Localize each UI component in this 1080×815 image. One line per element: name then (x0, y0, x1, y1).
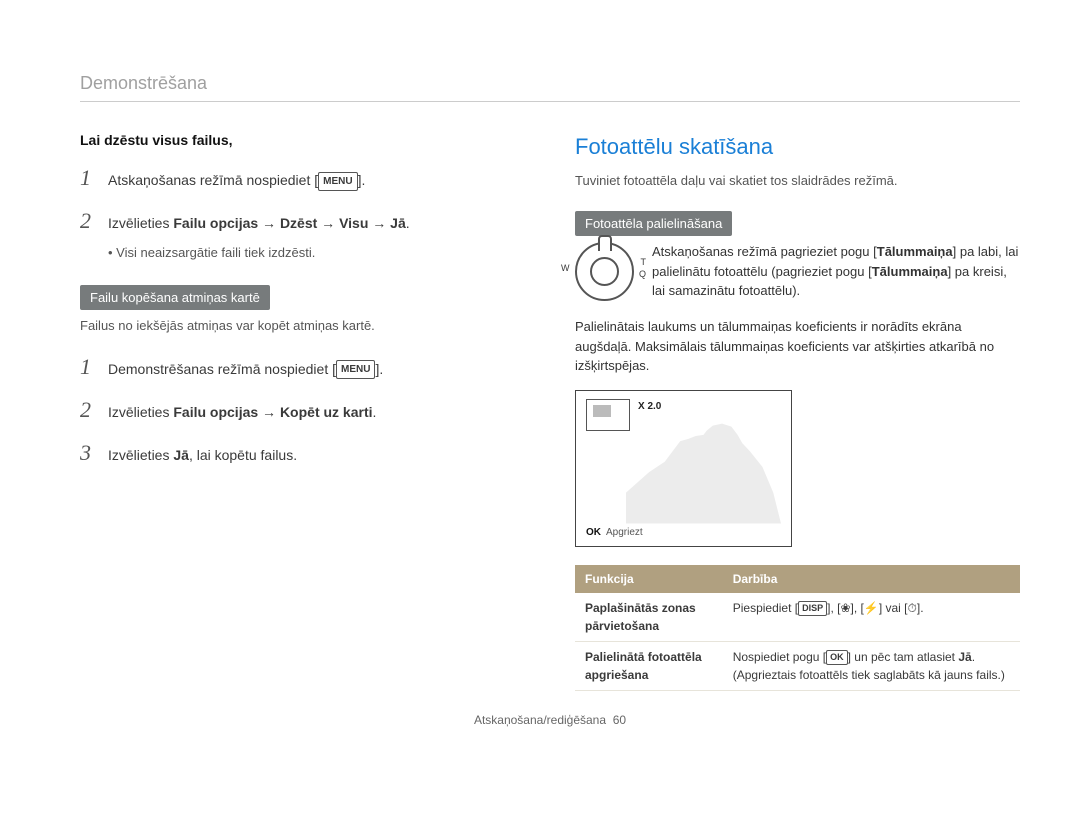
step-number: 1 (80, 350, 98, 383)
flash-icon: ⚡ (864, 601, 879, 615)
pill-zoom-heading: Fotoattēla palielināšana (575, 211, 732, 237)
step1-text-b: ]. (358, 172, 366, 188)
r2-b: ] un pēc tam atlasiet (848, 650, 959, 664)
step2-suffix: . (406, 215, 410, 231)
pill-copy-heading: Failu kopēšana atmiņas kartē (80, 285, 270, 311)
cstep1-text-a: Demonstrēšanas režīmā nospiediet [ (108, 361, 336, 377)
r2-function: Palielinātā fotoattēla apgriešana (575, 641, 723, 690)
delete-step-2-note: Visi neaizsargātie faili tiek izdzēsti. (108, 243, 525, 263)
r1-function: Paplašinātās zonas pārvietošana (575, 593, 723, 642)
r2-action: Nospiediet pogu [OK] un pēc tam atlasiet… (723, 641, 1020, 690)
step-number: 2 (80, 204, 98, 237)
silhouette-icon (626, 421, 781, 524)
step-text: Izvēlieties Jā, lai kopētu failus. (108, 445, 525, 466)
two-column-layout: Lai dzēstu visus failus, 1 Atskaņošanas … (80, 130, 1020, 691)
cstep3-bold: Jā (173, 447, 189, 463)
step-number: 2 (80, 393, 98, 426)
th-function: Funkcija (575, 565, 723, 593)
r2-bold: Jā (958, 650, 971, 664)
zoom-limit-paragraph: Palielinātais laukums un tālummaiņas koe… (575, 317, 1020, 376)
cstep2-suffix: . (373, 404, 377, 420)
cstep3-prefix: Izvēlieties (108, 447, 173, 463)
table-header-row: Funkcija Darbība (575, 565, 1020, 593)
table-row: Paplašinātās zonas pārvietošana Piespied… (575, 593, 1020, 642)
copy-step-2: 2 Izvēlieties Failu opcijas → Kopēt uz k… (80, 393, 525, 426)
footer-text: Atskaņošana/rediģēšana (474, 713, 606, 727)
right-intro: Tuviniet fotoattēla daļu vai skatiet tos… (575, 171, 1020, 191)
page-footer: Atskaņošana/rediģēšana 60 (80, 711, 1020, 729)
page-section-header: Demonstrēšana (80, 70, 1020, 102)
zoom-footer-text: Apgriezt (606, 527, 643, 538)
page-number: 60 (613, 713, 626, 727)
menu-button-icon: MENU (336, 360, 375, 379)
r1-c: ], [ (851, 601, 864, 615)
th-action: Darbība (723, 565, 1020, 593)
step-text: Demonstrēšanas režīmā nospiediet [MENU]. (108, 359, 525, 380)
zoom-bold1: Tālummaiņa (877, 244, 953, 259)
r1-b: ], [ (827, 601, 840, 615)
zoom-footer-hint: OK Apgriezt (586, 525, 643, 540)
step2-path: Failu opcijas → Dzēst → Visu → Jā (173, 215, 405, 231)
zoom-instruction-text: Atskaņošanas režīmā pagrieziet pogu [Tāl… (652, 242, 1020, 301)
step-text: Atskaņošanas režīmā nospiediet [MENU]. (108, 170, 525, 191)
macro-icon: ❀ (840, 601, 850, 615)
zoom-instruction-row: W T Q Atskaņošanas režīmā pagrieziet pog… (575, 242, 1020, 301)
right-section-title: Fotoattēlu skatīšana (575, 130, 1020, 163)
step-number: 1 (80, 161, 98, 194)
function-table: Funkcija Darbība Paplašinātās zonas pārv… (575, 565, 1020, 691)
r1-d: ] vai [ (879, 601, 908, 615)
r1-action: Piespiediet [DISP], [❀], [⚡] vai [⏱]. (723, 593, 1020, 642)
subhead-delete-all: Lai dzēstu visus failus, (80, 130, 525, 151)
step-text: Izvēlieties Failu opcijas → Kopēt uz kar… (108, 402, 525, 423)
cstep2-prefix: Izvēlieties (108, 404, 173, 420)
copy-note: Failus no iekšējās atmiņas var kopēt atm… (80, 316, 525, 336)
delete-step-2: 2 Izvēlieties Failu opcijas → Dzēst → Vi… (80, 204, 525, 237)
ok-button-icon: OK (826, 650, 848, 666)
zoom-dial-icon (575, 242, 634, 301)
zoom-minimap-icon (586, 399, 630, 431)
r1-e: ]. (917, 601, 924, 615)
disp-button-icon: DISP (798, 601, 827, 617)
right-column: Fotoattēlu skatīšana Tuviniet fotoattēla… (575, 130, 1020, 691)
zoom-factor-label: X 2.0 (638, 399, 661, 414)
dial-label-w: W (561, 262, 570, 276)
step1-text-a: Atskaņošanas režīmā nospiediet [ (108, 172, 318, 188)
cstep2-path: Failu opcijas → Kopēt uz karti (173, 404, 372, 420)
cstep1-text-b: ]. (375, 361, 383, 377)
zoom-t1: Atskaņošanas režīmā pagrieziet pogu [ (652, 244, 877, 259)
left-column: Lai dzēstu visus failus, 1 Atskaņošanas … (80, 130, 525, 691)
table-row: Palielinātā fotoattēla apgriešana Nospie… (575, 641, 1020, 690)
copy-step-1: 1 Demonstrēšanas režīmā nospiediet [MENU… (80, 350, 525, 383)
step-number: 3 (80, 436, 98, 469)
timer-icon: ⏱ (908, 601, 917, 615)
zoom-preview-illustration: X 2.0 OK Apgriezt (575, 390, 792, 547)
r2-a: Nospiediet pogu [ (733, 650, 826, 664)
delete-step-1: 1 Atskaņošanas režīmā nospiediet [MENU]. (80, 161, 525, 194)
menu-button-icon: MENU (318, 172, 357, 191)
ok-icon: OK (586, 527, 601, 538)
step2-prefix: Izvēlieties (108, 215, 173, 231)
step-text: Izvēlieties Failu opcijas → Dzēst → Visu… (108, 213, 525, 234)
cstep3-suffix: , lai kopētu failus. (189, 447, 297, 463)
r1-a: Piespiediet [ (733, 601, 798, 615)
zoom-bold2: Tālummaiņa (872, 264, 948, 279)
copy-step-3: 3 Izvēlieties Jā, lai kopētu failus. (80, 436, 525, 469)
dial-label-q: Q (639, 268, 646, 282)
